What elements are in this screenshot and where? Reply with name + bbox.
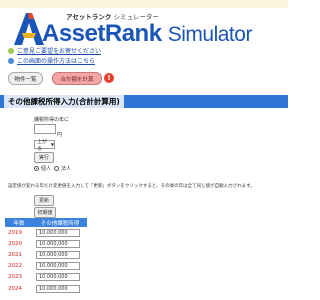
- direction-select[interactable]: 上がる ▼: [34, 139, 55, 152]
- brand-name: AssetRank Simulator: [42, 20, 252, 47]
- top-banner-strip: [0, 0, 288, 8]
- income-input[interactable]: 10,000,000: [36, 250, 80, 259]
- table-row: 2024 10,000,000: [5, 283, 87, 294]
- base-income-label: 課税所得の年に: [34, 117, 70, 123]
- income-input[interactable]: 10,000,000: [36, 273, 80, 282]
- year-cell: 2021: [8, 251, 22, 258]
- radio-dot: [54, 166, 59, 171]
- chevron-down-icon: ▼: [50, 142, 54, 147]
- year-cell: 2024: [8, 285, 22, 292]
- year-cell: 2019: [8, 229, 22, 236]
- table-row: 2019 10,000,000: [5, 227, 87, 238]
- year-cell: 2020: [8, 240, 22, 247]
- section-header: その他課税所得入力(合計計算用): [0, 95, 288, 108]
- year-cell: 2022: [8, 263, 22, 270]
- table-row: 2020 10,000,000: [5, 238, 87, 249]
- income-input[interactable]: 10,000,000: [36, 228, 80, 237]
- base-income-input[interactable]: [34, 124, 56, 134]
- instruction-note: 設定値が変わる年だけ変更値を入力して「更新」ボタンをクリックすると、その後の年は…: [8, 184, 255, 189]
- radio-corporate[interactable]: 法人: [54, 165, 71, 172]
- year-cell: 2023: [8, 274, 22, 281]
- property-list-button[interactable]: 物件一覧: [8, 72, 43, 85]
- radio-personal[interactable]: 個人: [34, 165, 51, 172]
- reset-button[interactable]: 初期値: [34, 207, 56, 218]
- feedback-link[interactable]: ご意見ご要望をお寄せください: [8, 46, 101, 55]
- update-button[interactable]: 更新: [34, 195, 54, 206]
- section-title: その他課税所得入力(合計計算用): [4, 95, 124, 108]
- income-input[interactable]: 10,000,000: [36, 284, 80, 293]
- col-header-income: その他課税所得: [33, 218, 87, 227]
- help-circle-icon: [8, 57, 14, 64]
- income-input[interactable]: 10,000,000: [36, 239, 80, 248]
- table-row: 2022 10,000,000: [5, 261, 87, 272]
- run-button[interactable]: 実行: [34, 152, 54, 163]
- yen-unit: 円: [57, 132, 63, 138]
- howto-link[interactable]: この画面の操作方法はこちら: [8, 56, 95, 65]
- table-row: 2021 10,000,000: [5, 249, 87, 260]
- calculate-total-button[interactable]: 合計額を計算: [52, 72, 102, 85]
- table-row: 2023 10,000,000: [5, 272, 87, 283]
- col-header-year: 年数: [5, 218, 33, 227]
- help-icon[interactable]: !: [104, 73, 114, 83]
- feedback-icon: [8, 47, 14, 54]
- income-table: 年数 その他課税所得 2019 10,000,000 2020 10,000,0…: [5, 218, 87, 294]
- radio-dot-selected: [34, 166, 39, 171]
- logo-a-icon: [14, 13, 44, 45]
- income-input[interactable]: 10,000,000: [36, 262, 80, 271]
- asset-rank-logo[interactable]: アセットランク シミュレーター AssetRank Simulator: [10, 11, 252, 47]
